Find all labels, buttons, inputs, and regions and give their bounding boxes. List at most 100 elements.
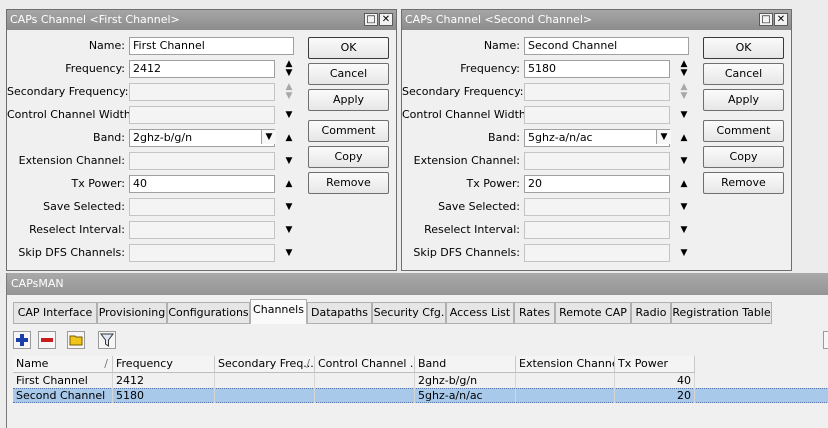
channel-window-first: CAPs Channel <First Channel> □ ✕ Name: F… [6,9,397,271]
up-down-icon[interactable]: ▲ ▼ [677,83,691,101]
column-header-secondary-freq[interactable]: Secondary Freq... ∕ [215,356,315,373]
tab-rates[interactable]: Rates [514,302,555,324]
tab-radio[interactable]: Radio [631,302,671,324]
save-selected-label: Save Selected: [43,200,125,213]
secondary-frequency-input[interactable] [129,83,275,101]
window-title: CAPs Channel <Second Channel> [405,13,593,26]
up-down-icon[interactable]: ▲ ▼ [677,60,691,78]
column-header-tx-power[interactable]: Tx Power [615,356,695,373]
reselect-interval-input[interactable] [129,221,275,239]
column-header-control-channel[interactable]: Control Channel ... [315,356,415,373]
cell-frequency: 5180 [113,388,215,403]
window-titlebar[interactable]: CAPs Channel <First Channel> [7,10,396,30]
column-header-name[interactable]: Name ∕ [13,356,113,373]
column-header-band[interactable]: Band [415,356,516,373]
dropdown-icon[interactable]: ▼ [656,130,671,144]
chevron-down-icon[interactable]: ▼ [677,106,691,124]
tab-provisioning[interactable]: Provisioning [97,302,167,324]
table-row[interactable]: Second Channel 5180 5ghz-a/n/ac 20 [13,388,828,403]
tab-registration-table[interactable]: Registration Table [671,302,772,324]
column-header-frequency[interactable]: Frequency [113,356,215,373]
comment-button[interactable]: Comment [703,120,784,142]
tab-cap-interface[interactable]: CAP Interface [13,302,97,324]
chevron-up-icon[interactable]: ▲ [677,175,691,193]
filter-button[interactable] [98,331,116,349]
apply-button[interactable]: Apply [308,89,389,111]
frequency-input[interactable]: 2412 [129,60,275,78]
chevron-up-icon[interactable]: ▲ [677,129,691,147]
chevron-down-icon[interactable]: ▼ [677,198,691,216]
tab-access-list[interactable]: Access List [446,302,514,324]
chevron-up-icon[interactable]: ▲ [282,129,296,147]
control-channel-width-input[interactable] [524,106,670,124]
skip-dfs-channels-input[interactable] [524,244,670,262]
capsman-title: CAPsMAN [7,273,828,295]
extension-channel-label: Extension Channel: [18,154,125,167]
extension-channel-input[interactable] [524,152,670,170]
plus-icon [16,334,28,346]
cell-band: 5ghz-a/n/ac [415,388,516,403]
add-button[interactable] [13,331,31,349]
cell-name: Second Channel [13,388,113,403]
remove-button[interactable]: Remove [308,172,389,194]
band-label: Band: [488,131,520,144]
tx-power-input[interactable]: 20 [524,175,670,193]
save-selected-input[interactable] [524,198,670,216]
remove-button[interactable]: Remove [703,172,784,194]
tab-configurations[interactable]: Configurations [167,302,250,324]
chevron-down-icon[interactable]: ▼ [282,152,296,170]
remove-item-button[interactable] [38,331,56,349]
band-label: Band: [93,131,125,144]
copy-button[interactable]: Copy [308,146,389,168]
maximize-button[interactable]: □ [759,13,773,26]
band-select[interactable]: 5ghz-a/n/ac [524,129,670,147]
skip-dfs-channels-input[interactable] [129,244,275,262]
apply-button[interactable]: Apply [703,89,784,111]
chevron-down-icon[interactable]: ▼ [282,106,296,124]
tx-power-input[interactable]: 40 [129,175,275,193]
ok-button[interactable]: OK [308,37,389,59]
skip-dfs-channels-label: Skip DFS Channels: [18,246,125,259]
column-header-extension-channel[interactable]: Extension Channel [516,356,615,373]
frequency-input[interactable]: 5180 [524,60,670,78]
name-input[interactable]: Second Channel [524,37,689,55]
find-field-edge[interactable] [823,331,828,349]
chevron-down-icon[interactable]: ▼ [282,198,296,216]
control-channel-width-input[interactable] [129,106,275,124]
cell-secondary-freq [215,373,315,388]
copy-button[interactable]: Copy [703,146,784,168]
chevron-up-icon[interactable]: ▲ [282,175,296,193]
chevron-down-icon[interactable]: ▼ [677,221,691,239]
window-titlebar[interactable]: CAPs Channel <Second Channel> [402,10,791,30]
tab-remote-cap[interactable]: Remote CAP [555,302,631,324]
extension-channel-input[interactable] [129,152,275,170]
chevron-down-icon[interactable]: ▼ [282,221,296,239]
close-button[interactable]: ✕ [774,13,788,26]
secondary-frequency-input[interactable] [524,83,670,101]
tab-datapaths[interactable]: Datapaths [307,302,372,324]
comment-item-button[interactable] [67,331,85,349]
ok-button[interactable]: OK [703,37,784,59]
up-down-icon[interactable]: ▲ ▼ [282,83,296,101]
band-select[interactable]: 2ghz-b/g/n [129,129,275,147]
tab-channels[interactable]: Channels [250,299,307,324]
name-input[interactable]: First Channel [129,37,294,55]
maximize-button[interactable]: □ [364,13,378,26]
cancel-button[interactable]: Cancel [308,63,389,85]
reselect-interval-input[interactable] [524,221,670,239]
cancel-button[interactable]: Cancel [703,63,784,85]
chevron-down-icon[interactable]: ▼ [677,244,691,262]
cell-control-channel [315,373,415,388]
chevron-down-icon[interactable]: ▼ [282,244,296,262]
filter-icon [100,333,114,347]
save-selected-input[interactable] [129,198,275,216]
tx-power-label: Tx Power: [466,177,521,190]
comment-button[interactable]: Comment [308,120,389,142]
up-down-icon[interactable]: ▲ ▼ [282,60,296,78]
close-button[interactable]: ✕ [379,13,393,26]
tab-security-cfg[interactable]: Security Cfg. [372,302,446,324]
frequency-label: Frequency: [65,62,125,75]
chevron-down-icon[interactable]: ▼ [677,152,691,170]
dropdown-icon[interactable]: ▼ [261,130,276,144]
table-row[interactable]: First Channel 2412 2ghz-b/g/n 40 [13,373,828,388]
